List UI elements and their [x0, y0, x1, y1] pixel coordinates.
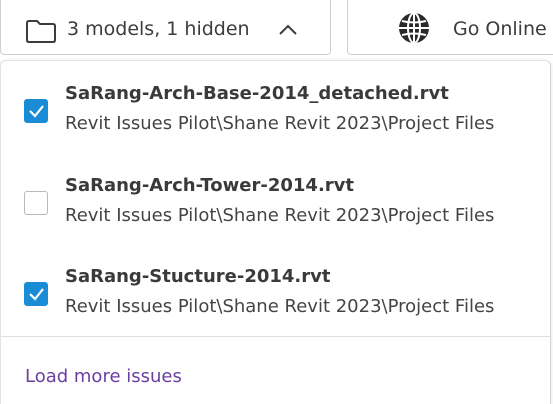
model-name: SaRang-Arch-Base-2014_detached.rvt	[65, 83, 449, 104]
go-online-label: Go Online	[453, 18, 547, 40]
model-path: Revit Issues Pilot\Shane Revit 2023\Proj…	[65, 205, 495, 226]
model-path: Revit Issues Pilot\Shane Revit 2023\Proj…	[65, 113, 495, 134]
model-name: SaRang-Arch-Tower-2014.rvt	[65, 175, 354, 196]
model-list-item[interactable]: SaRang-Arch-Tower-2014.rvt Revit Issues …	[1, 169, 550, 249]
model-checkbox-checked[interactable]	[24, 99, 48, 123]
model-path: Revit Issues Pilot\Shane Revit 2023\Proj…	[65, 296, 495, 317]
globe-icon	[399, 12, 429, 44]
checkmark-icon	[29, 105, 44, 118]
model-list-item[interactable]: SaRang-Arch-Base-2014_detached.rvt Revit…	[1, 77, 550, 157]
folder-icon	[26, 20, 56, 43]
chevron-up-icon	[279, 24, 297, 35]
checkmark-icon	[29, 288, 44, 301]
models-dropdown-screen: 3 models, 1 hidden Go Online SaRang-Arch…	[0, 0, 553, 404]
model-checkbox-unchecked[interactable]	[24, 191, 48, 215]
load-more-issues-link[interactable]: Load more issues	[25, 366, 182, 388]
models-dropdown-panel: SaRang-Arch-Base-2014_detached.rvt Revit…	[0, 60, 551, 404]
model-name: SaRang-Stucture-2014.rvt	[65, 266, 331, 287]
divider	[1, 336, 550, 337]
models-count-label: 3 models, 1 hidden	[67, 18, 250, 40]
model-checkbox-checked[interactable]	[24, 282, 48, 306]
model-list-item[interactable]: SaRang-Stucture-2014.rvt Revit Issues Pi…	[1, 260, 550, 340]
go-online-button[interactable]: Go Online	[347, 0, 553, 55]
models-toggle-button[interactable]: 3 models, 1 hidden	[0, 0, 331, 55]
